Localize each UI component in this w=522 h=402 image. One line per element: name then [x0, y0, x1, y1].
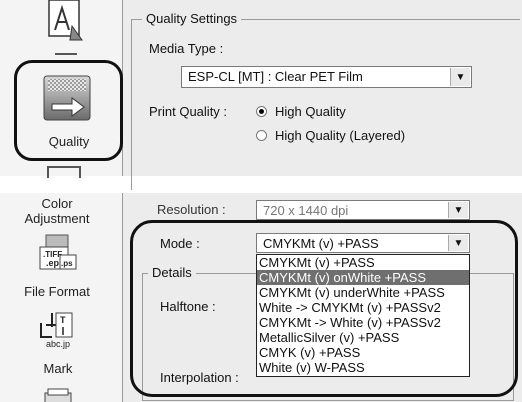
media-type-label: Media Type : [149, 41, 224, 56]
svg-text:abc.jp: abc.jp [46, 339, 70, 349]
layout-label-fragment [55, 53, 77, 55]
next-sidebar-icon-fragment [44, 388, 72, 402]
top-panel: Quality Quality Settings Media Type : ES… [0, 0, 522, 190]
file-format-icon[interactable]: .TIFF .eps .ps [38, 233, 80, 275]
mark-icon[interactable]: T abc.jp [38, 307, 82, 349]
high-quality-label[interactable]: High Quality [275, 104, 346, 119]
next-icon-fragment [47, 166, 81, 178]
resolution-value: 720 x 1440 dpi [263, 203, 349, 218]
media-type-select[interactable]: ESP-CL [MT] : Clear PET Film ▼ [181, 66, 472, 88]
svg-text:T: T [60, 315, 66, 325]
sidebar-item-color-adjustment[interactable]: Color Adjustment [22, 196, 92, 226]
sidebar-item-file-format[interactable]: File Format [4, 284, 110, 299]
chevron-down-icon[interactable]: ▼ [450, 68, 470, 86]
high-quality-layered-label[interactable]: High Quality (Layered) [275, 128, 405, 143]
resolution-label: Resolution : [157, 202, 226, 217]
top-sidebar: Quality [0, 0, 123, 178]
resolution-select[interactable]: 720 x 1440 dpi ▼ [256, 200, 470, 220]
radio-high-quality-layered[interactable] [256, 130, 267, 141]
svg-text:.ps: .ps [61, 259, 73, 268]
quality-highlight-ring [14, 60, 123, 161]
radio-high-quality[interactable] [256, 106, 267, 117]
bottom-sidebar: Color Adjustment .TIFF .eps .ps File For… [0, 193, 123, 402]
chevron-down-icon[interactable]: ▼ [448, 202, 468, 218]
mode-highlight-ring [130, 220, 518, 397]
print-quality-label: Print Quality : [149, 104, 228, 119]
layout-icon[interactable] [46, 0, 86, 44]
sidebar-item-mark[interactable]: Mark [28, 361, 88, 376]
media-type-value: ESP-CL [MT] : Clear PET Film [188, 69, 363, 84]
quality-settings-legend: Quality Settings [142, 11, 242, 26]
bottom-panel: Color Adjustment .TIFF .eps .ps File For… [0, 193, 522, 402]
